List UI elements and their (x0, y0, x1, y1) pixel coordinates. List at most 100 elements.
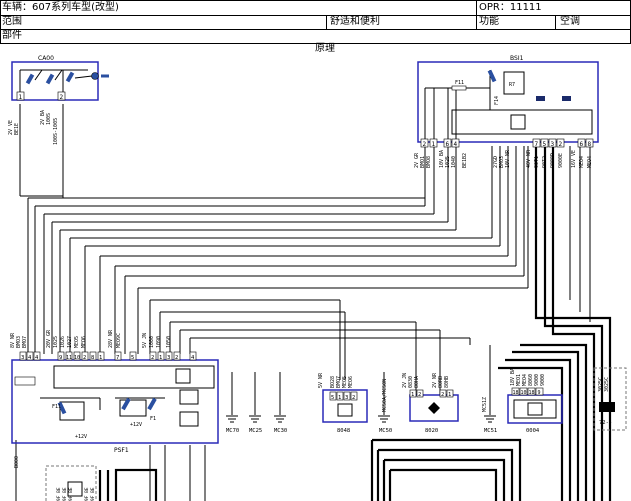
psf1-wire-label: MEO5 (74, 336, 80, 348)
mc50-wire-label: MC50A/MC50N (382, 379, 388, 412)
ground-points: MC70 MC25 MC30 MC50 MC51 MC50A/MC50N MC5… (226, 379, 497, 434)
psf1-wire-label: 28V NR (108, 329, 114, 348)
psf1-pin: 8 (91, 355, 94, 361)
bsi1-pin: 8 (588, 141, 592, 148)
b048-pin: 2 (352, 395, 355, 401)
bsi1-wire-label: MEO4 (579, 156, 585, 168)
ca00-component: CA00 1 2 2V VE BE1E 2V BA 100S 100S-1005 (8, 55, 109, 145)
fuse-icon (451, 85, 467, 91)
bottom-wire-label: 9F BE (84, 487, 90, 501)
bsi1-wire-label: BE1B2 (462, 153, 468, 168)
psf1-wire-label: MEO9C (116, 333, 122, 348)
bottom-wire-label: 9F BE (62, 487, 68, 501)
bsi1-fuse2-label: F14 (494, 96, 500, 105)
psf1-pin: 3 (167, 355, 170, 361)
bsi1-pin: 6 (580, 141, 584, 148)
bsi1-pin: 4 (454, 141, 458, 148)
psf1-wire-label: MEO6 (81, 336, 87, 348)
module-icon (175, 368, 191, 384)
psf1-pin: 1 (99, 355, 102, 361)
c0004-label: 0004 (526, 428, 540, 434)
psf1-wire-label: 1025 (53, 336, 59, 348)
bottom-wire-label: 9F BE (68, 487, 74, 501)
bsi1-pin: 1 (432, 141, 436, 148)
connector-icon (599, 402, 615, 412)
c0004-pin: 18 (529, 390, 535, 396)
psf1-pin: 2 (83, 355, 86, 361)
bsi1-label: BSI1 (510, 55, 524, 62)
b020-wire-label: 80HB (444, 376, 450, 388)
psf1-pin: 1 (159, 355, 162, 361)
b020-pin: 2 (418, 392, 421, 398)
b048-label: 8048 (337, 428, 350, 434)
bsi1-relay-label: R7 (509, 82, 515, 88)
psf1-wire-label: 1027 (67, 336, 73, 348)
psf1-pin: 5 (131, 355, 134, 361)
switch-icon (25, 73, 35, 85)
bsi1-wire-label: 10V NR (505, 149, 511, 168)
bottom-wire-label: 9F BE (90, 487, 96, 501)
bsi1-fuse-label: F11 (455, 80, 464, 86)
bsi1-pin: 6 (446, 141, 450, 148)
psf1-pin: 9 (59, 355, 62, 361)
b020-pin: 1 (411, 392, 414, 398)
switch-icon (45, 73, 55, 85)
bsi1-wire-label: 90T2 (542, 156, 548, 168)
ca00-pin: 2 (60, 94, 64, 101)
b020-label: 8020 (425, 428, 438, 434)
bsi1-wire-label: 90T1 (534, 156, 540, 168)
psf1-label: PSF1 (114, 447, 129, 454)
b048-pin: 5 (331, 395, 334, 401)
bottom-component: BO00 9F BE 9F BE 9F BE 9F BE 9F BE (14, 456, 97, 501)
b048-wire-label: 5V NR (318, 372, 324, 388)
bsi1-component: BSI1 F11 R7 F14 2 1 6 4 7 5 3 2 6 8 2V G… (414, 55, 599, 168)
ground-label: MC51 (484, 428, 497, 434)
psf1-pin: 11 (66, 355, 72, 361)
key-icon (91, 72, 99, 80)
connector-72-label: 72-- (599, 420, 612, 426)
switch-icon (147, 397, 157, 411)
ground-label: MC25 (249, 428, 262, 434)
psf1-relay-label: F1 (150, 416, 156, 422)
psf1-pin: 2 (151, 355, 154, 361)
c0004-component: 0004 18 10 18 9 18V BA MEO1 MEO4 8060 90… (507, 368, 563, 434)
bsi1-wire-label: 40V NR (526, 149, 532, 168)
bsi1-pin: 5 (543, 141, 547, 148)
psf1-wire-label: 1026 (60, 336, 66, 348)
connector-block (14, 376, 36, 386)
bottom-wire-label: BO00 (14, 456, 20, 468)
psf1-supply-label: +12V (130, 422, 142, 428)
psf1-wire-label: 20V GR (46, 329, 52, 348)
bsi1-pin: 7 (535, 141, 539, 148)
c0004-pin: 9 (538, 390, 541, 396)
psf1-pin: 3 (21, 355, 24, 361)
display-icon (527, 402, 543, 416)
psf1-fuse-label: F11 (52, 404, 61, 410)
ground-label: MC70 (226, 428, 239, 434)
ca00-wire-label: 100S-1005 (53, 118, 59, 145)
module-icon (510, 114, 526, 130)
b048-wire-label: MEO6 (348, 376, 354, 388)
sensor-icon (337, 403, 353, 417)
sensor-icon (428, 402, 440, 414)
psf1-pin: 2 (175, 355, 178, 361)
psf1-component: PSF1 +12V +12V F11 F1 3 4 4 9 11 10 2 8 … (10, 329, 219, 454)
psf1-wire-label: 1090 (156, 336, 162, 348)
b020-pin: 1 (448, 392, 451, 398)
bottom-wire-label: 9F BE (56, 487, 62, 501)
b048-pin: 1 (338, 395, 341, 401)
bsi1-wire-label: MEO4 (587, 156, 593, 168)
bsi1-wire-label: 9000D (550, 153, 556, 168)
psf1-pin: 7 (116, 355, 119, 361)
bsi1-wire-label: 1040 (451, 156, 457, 168)
c0004-pin: 10 (521, 390, 527, 396)
psf1-wire-label: 1000 (149, 336, 155, 348)
b020-pin: 2 (441, 392, 444, 398)
ground-label: MC30 (274, 428, 287, 434)
wiring-diagram: CA00 1 2 2V VE BE1E 2V BA 100S 100S-1005… (8, 55, 627, 501)
connector-icon (562, 96, 571, 101)
speaker-icon (179, 411, 199, 427)
mc51-wire-label: MC51Z (482, 397, 488, 412)
ca00-wire-label: 100S (46, 113, 52, 125)
ca00-wire-label: BE1E (14, 123, 20, 135)
